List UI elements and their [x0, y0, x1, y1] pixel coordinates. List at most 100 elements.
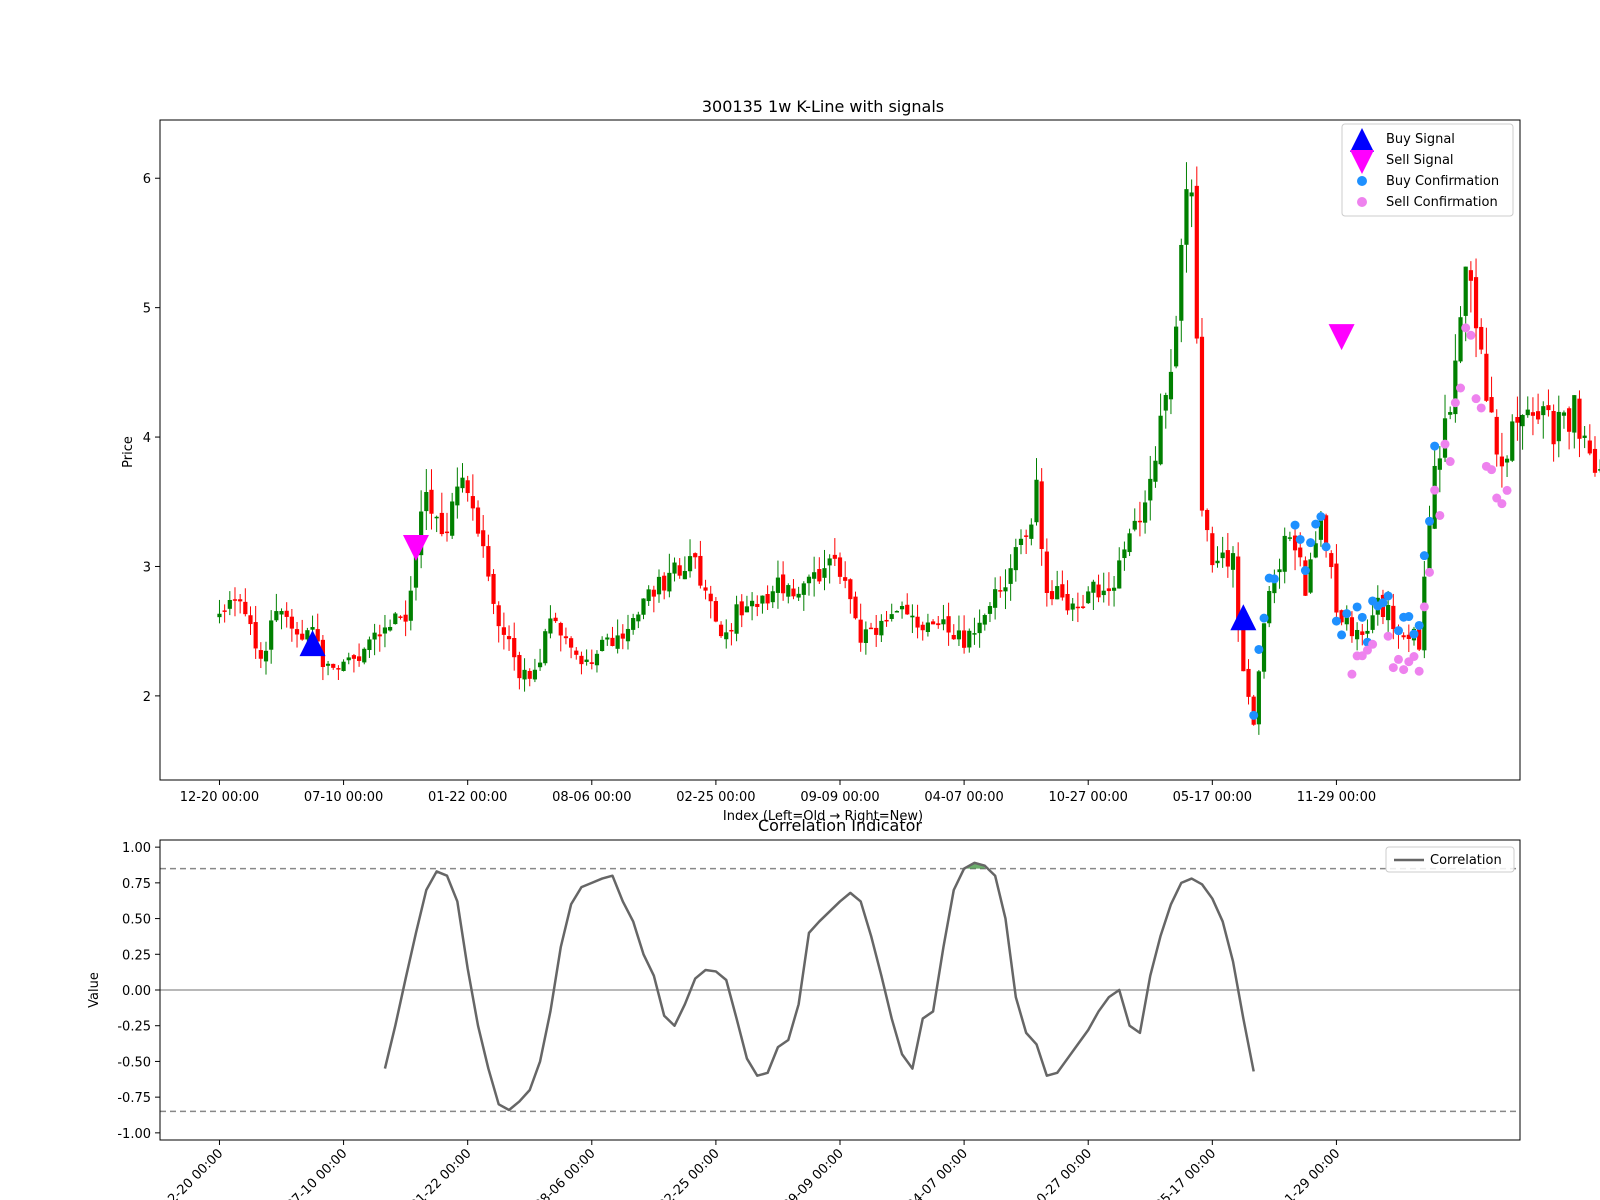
sell-confirmation-marker [1502, 485, 1512, 495]
candle-body [1039, 481, 1044, 550]
candle-body [1365, 630, 1370, 634]
candle-body [1101, 590, 1106, 596]
candle-body [713, 601, 718, 622]
buy-confirmation-marker [1321, 542, 1331, 552]
candle-body [698, 555, 703, 586]
kline-panel: 300135 1w K-Line with signals Price Inde… [121, 97, 1600, 824]
y-tick-label: 0.75 [122, 877, 151, 892]
candle-body [336, 668, 341, 670]
buy-confirmation-marker [1352, 602, 1362, 612]
candle-body [693, 553, 698, 558]
candle-body [408, 590, 413, 621]
candle-body [656, 576, 662, 595]
candle-body [569, 638, 574, 648]
candle-body [372, 632, 377, 640]
candle-body [1494, 416, 1499, 455]
candle-body [1086, 591, 1091, 604]
candle-body [1401, 635, 1406, 638]
candle-body [977, 622, 982, 634]
x-tick-label: 01-22 00:00 [428, 790, 507, 805]
candle-body [393, 613, 398, 625]
candle-body [718, 624, 724, 637]
x-tick-label: 07-10 00:00 [284, 1146, 351, 1200]
candle-body [1277, 569, 1282, 573]
candle-body [1127, 533, 1132, 553]
candle-body [486, 546, 491, 577]
candle-body [1117, 560, 1122, 589]
candle-body [279, 611, 284, 615]
candle-body [269, 620, 274, 650]
candle-body [765, 594, 770, 604]
correlation-legend: Correlation [1385, 846, 1515, 873]
x-tick-label: 11-29 00:00 [1277, 1146, 1344, 1200]
sell-confirmation-marker [1383, 631, 1393, 641]
candle-body [1018, 538, 1024, 545]
candle-body [822, 568, 827, 578]
candle-body [915, 616, 920, 628]
candle-body [1241, 628, 1246, 672]
correlation-panel: Correlation Indicator Value 1.00 0.75 0.50… [87, 816, 1521, 1200]
candle-body [222, 610, 227, 612]
sell-confirmation-marker [1476, 403, 1486, 413]
candle-body [610, 637, 615, 647]
buy-confirmation-marker [1269, 574, 1279, 584]
candle-body [522, 669, 527, 680]
sell-confirmation-marker [1409, 651, 1419, 661]
y-tick-label: 3 [143, 560, 151, 575]
candle-body [444, 531, 450, 534]
candle-body [1215, 560, 1220, 564]
candle-body [868, 627, 874, 630]
candlesticks [217, 162, 1600, 735]
candle-body [1437, 458, 1442, 470]
sell-confirmation-icon [1357, 197, 1367, 207]
candle-body [853, 596, 858, 619]
candle-body [574, 650, 579, 655]
candle-body [1561, 412, 1567, 416]
sell-confirmation-marker [1461, 323, 1471, 333]
correlation-line [383, 861, 1255, 1112]
candle-body [755, 603, 760, 607]
buy-confirmation-marker [1311, 519, 1321, 529]
sell-confirmation-marker [1393, 654, 1403, 664]
candle-body [325, 663, 331, 666]
buy-confirmation-marker [1306, 538, 1316, 548]
candle-body [248, 615, 253, 625]
candle-body [1044, 551, 1049, 593]
y-tick-label: 6 [143, 172, 151, 187]
candle-body [930, 621, 936, 625]
candle-body [744, 606, 750, 613]
legend-label: Sell Signal [1386, 153, 1454, 168]
candle-body [987, 606, 993, 614]
candle-body [1194, 185, 1199, 339]
candle-body [620, 633, 625, 639]
candle-body [667, 572, 672, 592]
candle-body [993, 589, 998, 608]
candle-body [1034, 479, 1039, 523]
candle-body [1448, 412, 1453, 415]
candle-body [796, 593, 801, 598]
candle-body [687, 556, 693, 572]
candle-body [631, 618, 636, 630]
candle-body [589, 662, 594, 664]
candle-body [289, 616, 294, 629]
candle-body [1111, 587, 1117, 591]
candle-body [362, 648, 367, 663]
candle-body [1546, 405, 1551, 411]
sell-confirmation-marker [1466, 330, 1476, 340]
y-tick-label: 0.50 [122, 913, 151, 928]
candle-body [858, 619, 863, 643]
candle-body [465, 480, 470, 494]
candle-body [781, 574, 786, 594]
candle-body [377, 634, 382, 637]
candle-body [1525, 409, 1530, 416]
correlation-title: Correlation Indicator [758, 816, 922, 835]
candle-body [1308, 559, 1313, 593]
candle-body [1174, 326, 1179, 367]
candle-body [1205, 509, 1210, 531]
candle-body [1132, 520, 1137, 530]
candle-body [1329, 553, 1334, 568]
candle-body [1313, 543, 1318, 558]
x-tick-label: 11-29 00:00 [1297, 790, 1376, 805]
candle-body [496, 605, 501, 627]
candle-body [388, 626, 393, 631]
